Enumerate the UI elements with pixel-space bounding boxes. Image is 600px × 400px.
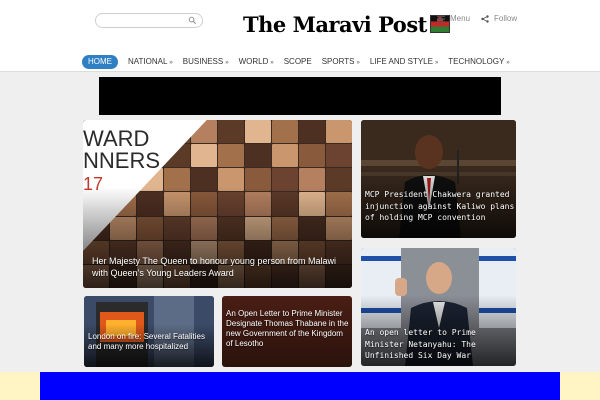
search-box[interactable] xyxy=(95,13,203,28)
site-header: The Maravi Post Menu Follow HOME NATIONAL… xyxy=(0,0,600,72)
site-logo[interactable]: The Maravi Post xyxy=(243,11,450,37)
story-card-main[interactable]: WARD NNERS 17 Her Majesty The Queen to h… xyxy=(83,120,352,288)
chevron-down-icon: » xyxy=(356,59,360,66)
story-title[interactable]: MCP President Chakwera granted injunctio… xyxy=(365,189,515,224)
face-tile xyxy=(218,144,244,168)
nav-item-scope[interactable]: SCOPE xyxy=(284,55,312,69)
face-tile xyxy=(326,120,352,144)
bottom-side-panel-left xyxy=(0,372,40,400)
hamburger-icon xyxy=(437,15,445,22)
award-text-line-2: NNERS xyxy=(83,148,161,173)
nav-item-sports[interactable]: SPORTS» xyxy=(322,55,360,70)
search-icon[interactable] xyxy=(188,16,197,25)
bottom-side-panel-right xyxy=(560,372,600,400)
face-tile xyxy=(245,144,271,168)
nav-item-label: BUSINESS xyxy=(182,56,224,66)
nav-item-label: WORLD xyxy=(238,56,269,66)
nav-item-home[interactable]: HOME xyxy=(82,55,118,69)
face-tile xyxy=(272,144,298,168)
main-nav: HOME NATIONAL» BUSINESS» WORLD» SCOPE SPORTS»… xyxy=(82,55,520,69)
chevron-down-icon: » xyxy=(270,59,274,66)
face-tile xyxy=(326,144,352,168)
menu-button[interactable]: Menu xyxy=(437,14,470,23)
nav-item-label: SPORTS xyxy=(321,56,355,66)
follow-button[interactable]: Follow xyxy=(481,14,517,23)
bottom-ad-banner[interactable] xyxy=(40,372,560,400)
nav-item-world[interactable]: WORLD» xyxy=(239,55,274,70)
menu-label: Menu xyxy=(450,14,471,23)
nav-item-label: SCOPE xyxy=(283,57,312,66)
face-tile xyxy=(299,144,325,168)
nav-item-label: TECHNOLOGY xyxy=(448,56,505,66)
nav-item-label: NATIONAL xyxy=(128,56,168,66)
award-text-line-1: WARD xyxy=(83,126,150,151)
chevron-down-icon: » xyxy=(225,59,229,66)
face-tile xyxy=(272,120,298,144)
story-title[interactable]: London on fire: Several Fatalities and m… xyxy=(88,332,212,352)
chevron-down-icon: » xyxy=(506,59,510,66)
face-tile xyxy=(218,120,244,144)
nav-item-national[interactable]: NATIONAL» xyxy=(128,55,173,70)
face-tile xyxy=(245,120,271,144)
story-card-netanyahu[interactable]: An open letter to Prime Minister Netanya… xyxy=(361,248,516,366)
nav-item-life-and-style[interactable]: LIFE AND STYLE» xyxy=(370,55,438,70)
nav-item-label: LIFE AND STYLE xyxy=(369,56,433,66)
story-card-london[interactable]: London on fire: Several Fatalities and m… xyxy=(84,296,214,367)
nav-item-label: HOME xyxy=(88,57,112,66)
face-tile xyxy=(191,144,217,168)
search-input[interactable] xyxy=(102,15,182,26)
chevron-down-icon: » xyxy=(169,59,173,66)
story-title[interactable]: Her Majesty The Queen to honour young pe… xyxy=(92,255,342,279)
logo-wordmark: The Maravi Post xyxy=(243,11,427,37)
award-text: WARD NNERS xyxy=(83,128,160,172)
ad-banner[interactable] xyxy=(99,77,501,115)
story-title[interactable]: An Open Letter to Prime Minister Designa… xyxy=(226,309,350,349)
follow-label: Follow xyxy=(494,14,518,23)
chevron-down-icon: » xyxy=(434,59,439,66)
story-card-chakwera[interactable]: MCP President Chakwera granted injunctio… xyxy=(361,120,516,238)
share-icon xyxy=(481,14,489,23)
face-tile xyxy=(299,120,325,144)
nav-item-business[interactable]: BUSINESS» xyxy=(183,55,229,70)
story-card-lesotho[interactable]: An Open Letter to Prime Minister Designa… xyxy=(222,296,352,367)
story-title[interactable]: An open letter to Prime Minister Netanya… xyxy=(365,327,515,362)
nav-item-technology[interactable]: TECHNOLOGY» xyxy=(448,55,509,70)
